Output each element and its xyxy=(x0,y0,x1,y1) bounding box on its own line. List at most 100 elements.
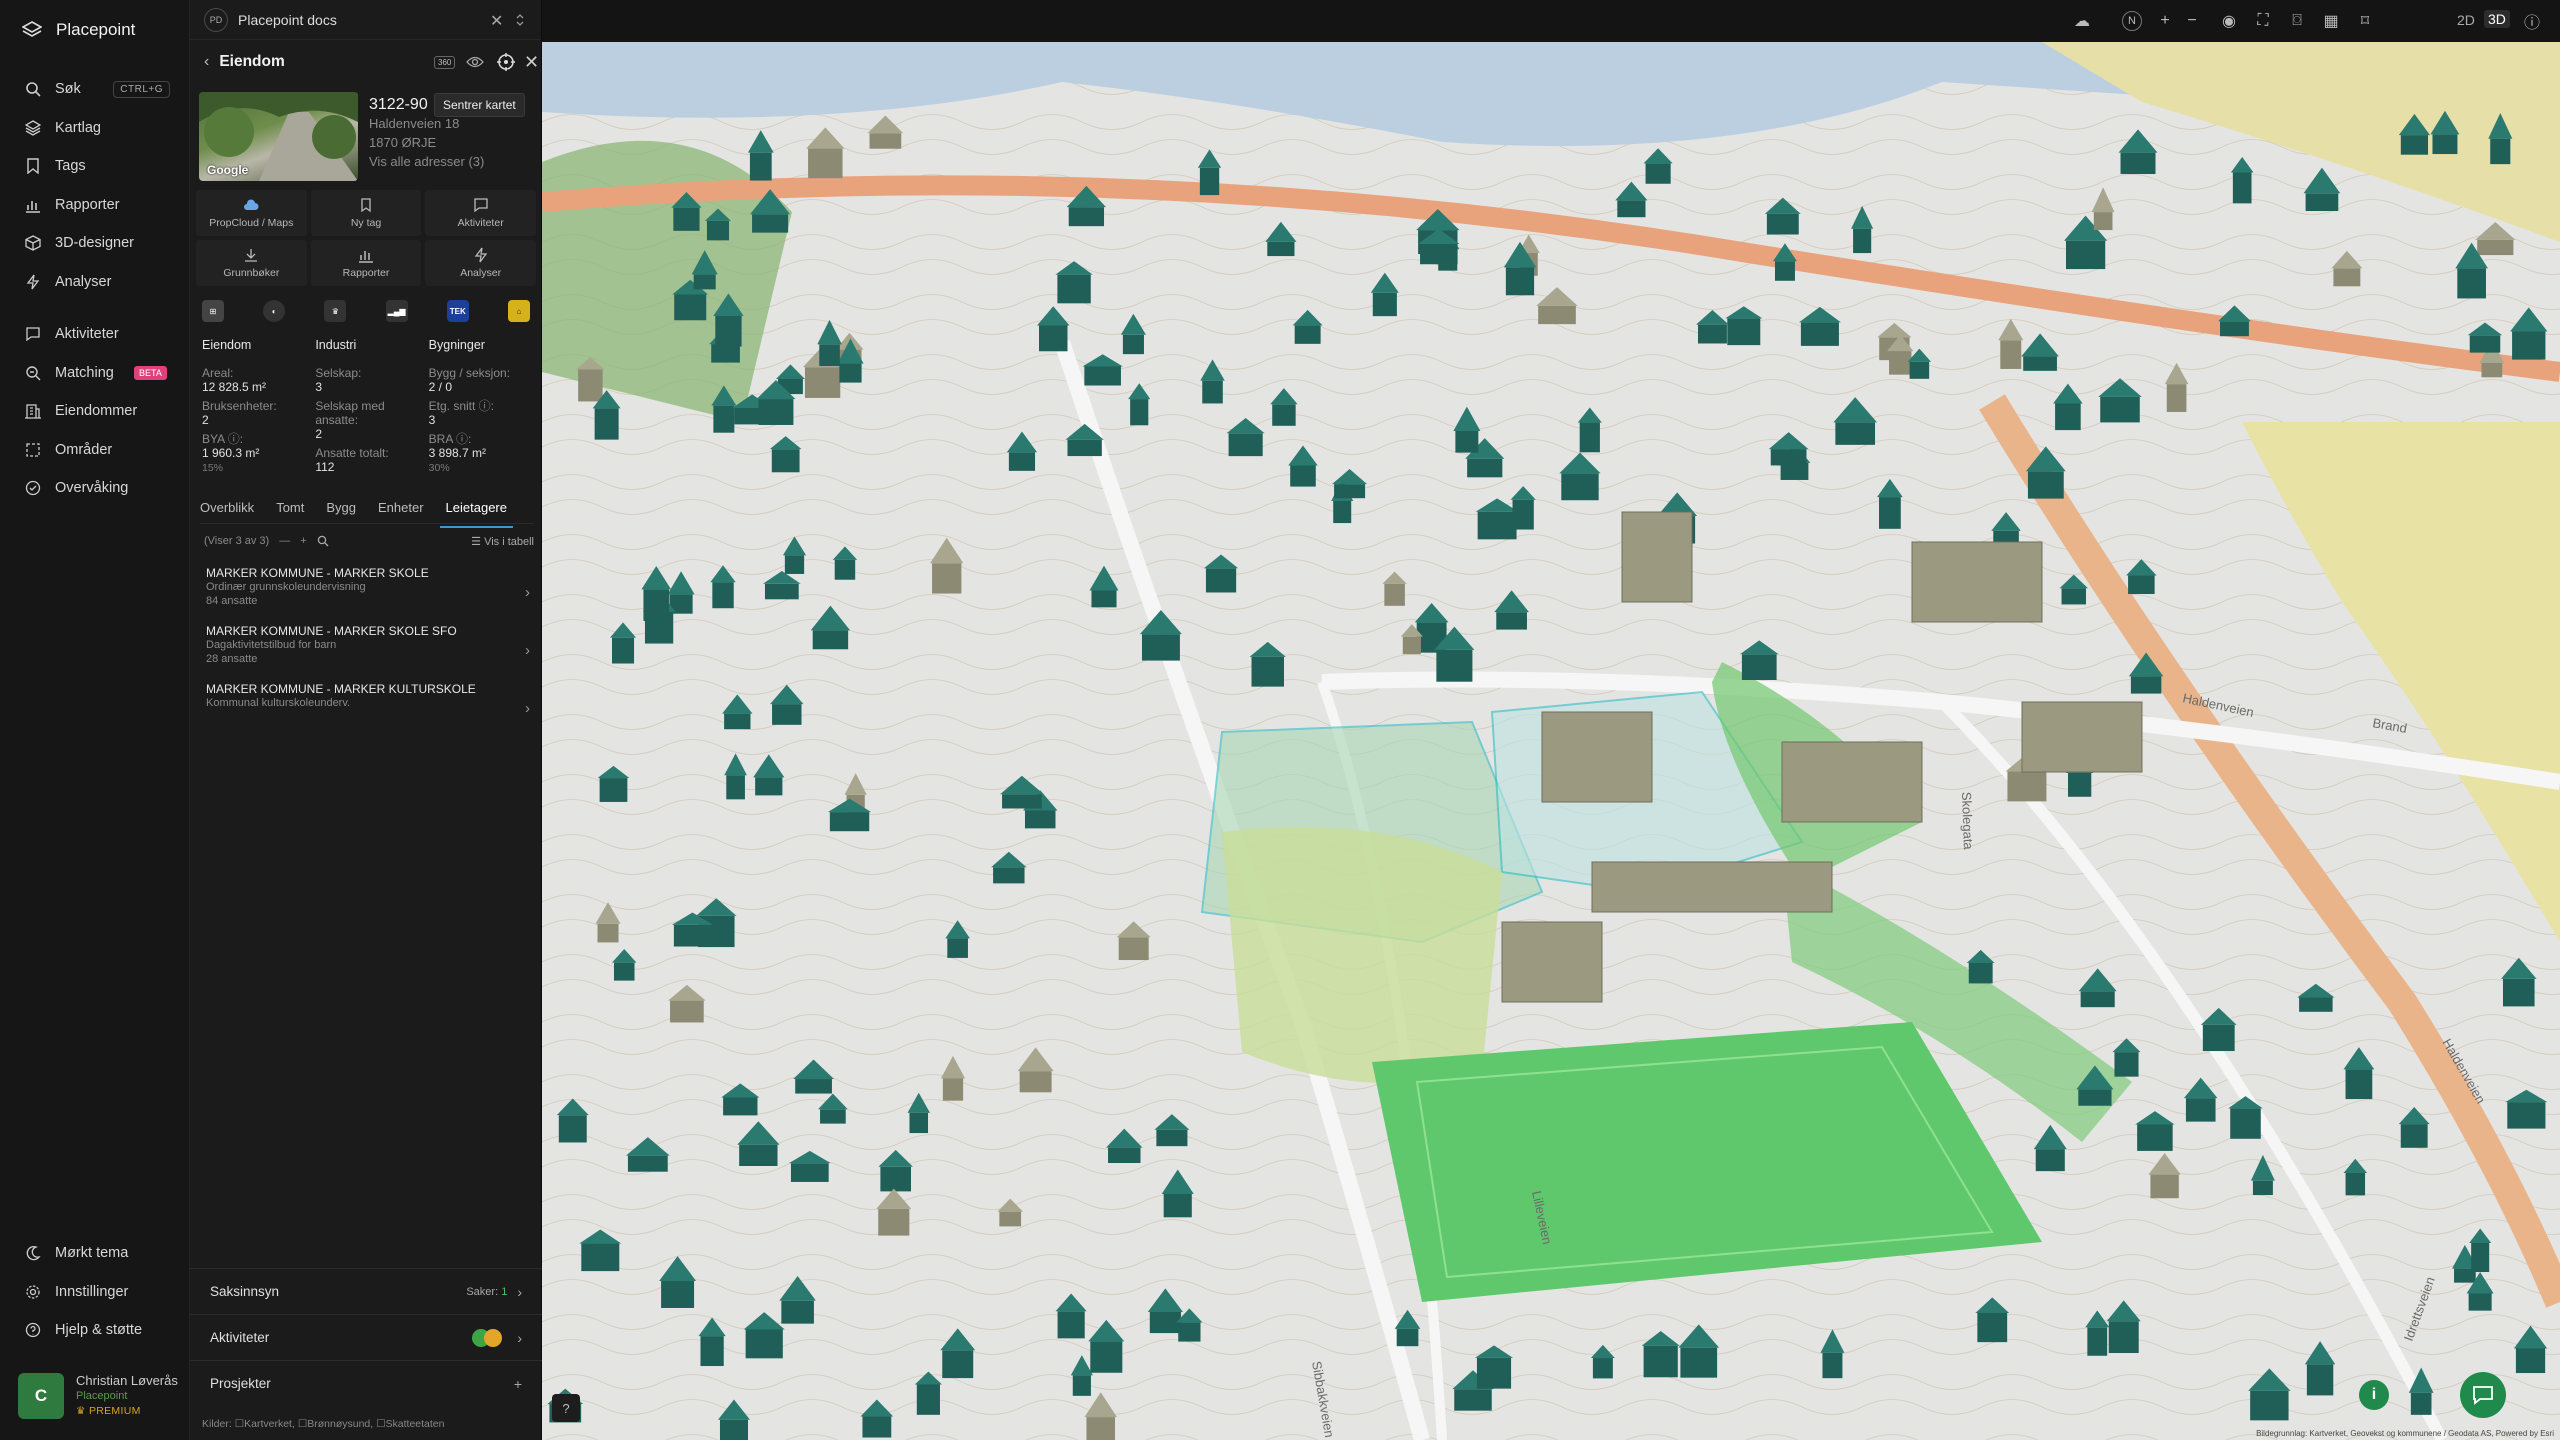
stat-value: 2 xyxy=(202,413,209,427)
school-building[interactable] xyxy=(1781,741,1923,823)
action-label: Analyser xyxy=(460,267,502,279)
building-wall xyxy=(1977,1312,2008,1343)
view-3d-button[interactable]: 3D xyxy=(2484,10,2510,28)
map-canvas[interactable]: HaldenveienHaldenveienLilleveienSkolegat… xyxy=(542,42,2560,1440)
view-table-button[interactable]: ☰ Vis i tabell xyxy=(471,535,534,548)
nav-label: Områder xyxy=(55,441,113,458)
nav-kartlag[interactable]: Kartlag xyxy=(0,109,190,148)
building-wall xyxy=(2055,403,2081,431)
close-panel-icon[interactable]: ✕ xyxy=(524,52,539,73)
source-item[interactable]: ☐Skatteetaten xyxy=(376,1418,444,1430)
info-button[interactable]: i xyxy=(2359,1380,2389,1410)
source-ssb-icon[interactable]: ⊞ xyxy=(202,300,224,322)
tab-bygg[interactable]: Bygg xyxy=(326,500,356,523)
analyses-button[interactable]: Analyser xyxy=(425,240,536,286)
list-item[interactable]: MARKER KOMMUNE - MARKER SKOLE SFO Dagakt… xyxy=(204,624,534,682)
doc-tab[interactable]: PD Placepoint docs ✕ xyxy=(190,0,541,40)
source-globe-icon[interactable]: ◐ xyxy=(263,300,286,322)
user-profile[interactable]: C Christian Løverås Placepoint ♛ PREMIUM xyxy=(18,1373,178,1419)
building-wall xyxy=(2137,1124,2173,1151)
nav-help[interactable]: Hjelp & støtte xyxy=(0,1311,190,1350)
school-building[interactable] xyxy=(1501,921,1603,1003)
collapse-icon[interactable]: — xyxy=(279,535,290,547)
tab-enheter[interactable]: Enheter xyxy=(378,500,424,523)
school-building[interactable] xyxy=(2021,701,2143,773)
source-signal-icon[interactable]: ▂▄▆ xyxy=(385,300,408,322)
nav-aktiviteter[interactable]: Aktiviteter xyxy=(0,315,190,354)
tab-overblikk[interactable]: Overblikk xyxy=(200,500,254,523)
zoom-out-icon[interactable]: − xyxy=(2182,11,2202,31)
eye-icon[interactable] xyxy=(466,55,484,69)
grunnboker-button[interactable]: Grunnbøker xyxy=(196,240,307,286)
source-energy-icon[interactable]: ⌂ xyxy=(507,300,530,322)
tab-tomt[interactable]: Tomt xyxy=(276,500,304,523)
saksinnsyn-section[interactable]: Saksinnsyn Saker: 1 › xyxy=(190,1268,542,1314)
nav-eiendommer[interactable]: Eiendommer xyxy=(0,392,190,431)
app-logo[interactable]: Placepoint xyxy=(22,20,135,40)
source-tek-icon[interactable]: TEK xyxy=(446,300,469,322)
weather-icon[interactable]: ☁ xyxy=(2072,11,2092,31)
info-icon[interactable]: ⓘ xyxy=(2522,11,2542,32)
nav-settings[interactable]: Innstillinger xyxy=(0,1273,190,1312)
source-item[interactable]: ☐Brønnøysund, xyxy=(298,1418,373,1430)
reports-button[interactable]: Rapporter xyxy=(310,240,422,286)
chevron-right-icon: › xyxy=(525,642,530,659)
building-wall xyxy=(834,559,856,580)
add-icon[interactable]: + xyxy=(300,535,306,547)
source-item[interactable]: ☐Kartverket, xyxy=(235,1418,295,1430)
nav-label: Matching xyxy=(55,364,114,381)
center-map-icon[interactable] xyxy=(496,52,516,72)
stat-value: 3 xyxy=(428,413,436,427)
chat-button[interactable] xyxy=(2460,1372,2506,1418)
building-wall xyxy=(916,1384,940,1415)
stat-value: 3 898.7 m² xyxy=(428,446,487,460)
activities-button[interactable]: Aktiviteter xyxy=(425,190,536,236)
building-wall xyxy=(674,294,707,321)
street-view-image[interactable]: Google xyxy=(199,92,358,181)
nav-3d-designer[interactable]: 3D-designer xyxy=(0,224,190,263)
fullscreen-icon[interactable]: ⛶ xyxy=(2253,11,2273,31)
all-addresses-link[interactable]: Vis alle adresser (3) xyxy=(369,152,534,171)
school-building[interactable] xyxy=(1591,861,1833,913)
prosjekter-section[interactable]: Prosjekter + xyxy=(190,1360,542,1406)
bookmark-icon[interactable]: ⌑ xyxy=(2355,11,2375,31)
propcloud-button[interactable]: PropCloud / Maps xyxy=(196,190,307,236)
nav-rapporter[interactable]: Rapporter xyxy=(0,186,190,225)
list-item[interactable]: MARKER KOMMUNE - MARKER SKOLE Ordinær gr… xyxy=(204,566,534,624)
building-wall xyxy=(1561,473,1599,501)
view-2d-button[interactable]: 2D xyxy=(2457,12,2475,28)
map-3d-view[interactable]: Haldenveien Haldenveien Lilleveien Skolegat… xyxy=(542,42,2560,1440)
nav-tags[interactable]: Tags xyxy=(0,147,190,186)
source-crown-icon[interactable]: ♛ xyxy=(324,300,347,322)
building-wall xyxy=(2023,356,2057,371)
nav-search[interactable]: Søk CTRL+G xyxy=(0,70,190,109)
nav-omrader[interactable]: Områder xyxy=(0,431,190,470)
tenant-employees: 84 ansatte xyxy=(206,595,258,607)
list-item[interactable]: MARKER KOMMUNE - MARKER KULTURSKOLE Komm… xyxy=(204,682,534,740)
aktiviteter-section[interactable]: Aktiviteter › xyxy=(190,1314,542,1360)
nav-overvaking[interactable]: Overvåking xyxy=(0,469,190,508)
new-tag-button[interactable]: Ny tag xyxy=(310,190,422,236)
school-building[interactable] xyxy=(1621,511,1693,603)
close-icon[interactable]: ✕ xyxy=(490,11,503,31)
360-view-button[interactable]: 360 xyxy=(434,55,456,69)
back-icon[interactable]: ‹ xyxy=(204,53,209,71)
zoom-in-icon[interactable]: + xyxy=(2155,11,2175,31)
camera-icon[interactable]: ⌼ xyxy=(2287,11,2307,31)
nav-matching[interactable]: Matching BETA xyxy=(0,354,190,393)
tab-leietagere[interactable]: Leietagere xyxy=(439,500,514,528)
add-project-icon[interactable]: + xyxy=(514,1376,522,1392)
building-wall xyxy=(2507,1102,2546,1129)
help-button[interactable]: ? xyxy=(552,1394,580,1422)
nav-analyser[interactable]: Analyser xyxy=(0,263,190,302)
school-building[interactable] xyxy=(1911,541,2043,623)
grid-icon[interactable]: ▦ xyxy=(2321,11,2341,31)
school-building[interactable] xyxy=(1541,711,1653,803)
chevron-updown-icon[interactable] xyxy=(515,13,525,27)
compass-button[interactable]: N xyxy=(2122,11,2142,31)
building-wall xyxy=(2502,978,2535,1007)
nav-dark-theme[interactable]: Mørkt tema xyxy=(0,1234,190,1273)
eye-icon[interactable]: ◉ xyxy=(2219,11,2239,31)
search-icon[interactable] xyxy=(317,535,329,547)
user-org: Placepoint xyxy=(76,1390,128,1402)
